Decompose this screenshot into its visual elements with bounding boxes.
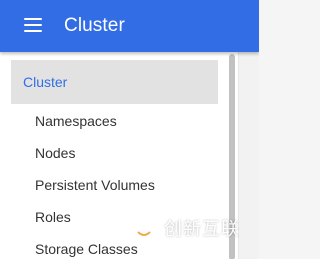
hamburger-menu-button[interactable] [21, 15, 45, 35]
nav-item-persistent-volumes[interactable]: Persistent Volumes [35, 176, 155, 194]
nav-item-namespaces[interactable]: Namespaces [35, 112, 117, 130]
menu-bar-line [24, 18, 42, 20]
app-window: Cluster Cluster Namespaces Nodes Persist… [0, 0, 259, 259]
nav-section-cluster[interactable]: Cluster [11, 60, 218, 104]
top-app-bar: Cluster [0, 0, 259, 52]
menu-bar-line [24, 30, 42, 32]
nav-item-nodes[interactable]: Nodes [35, 144, 75, 162]
watermark-logo-icon [131, 216, 157, 242]
watermark: 创新互联 [129, 214, 259, 244]
nav-item-roles[interactable]: Roles [35, 208, 71, 226]
nav-section-label: Cluster [23, 74, 68, 90]
nav-item-storage-classes[interactable]: Storage Classes [35, 240, 138, 258]
watermark-text: 创新互联 [164, 219, 240, 239]
page-title: Cluster [64, 15, 125, 36]
menu-bar-line [24, 24, 42, 26]
